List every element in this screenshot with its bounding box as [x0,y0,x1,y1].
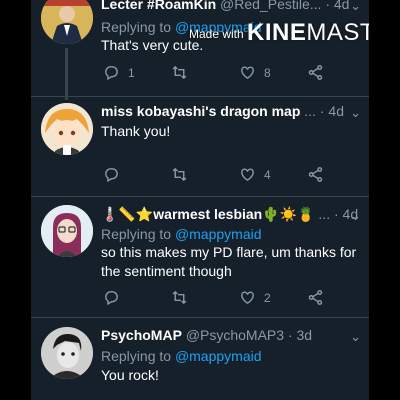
avatar[interactable] [41,0,93,44]
tweet-3[interactable]: 🌡️📏⭐warmest lesbian🌵☀️🍍 ... · 4d ⌄ Reply… [31,197,369,317]
user-handle[interactable]: @PsychoMAP3 [186,327,284,343]
share-button[interactable] [307,166,324,183]
reply-button[interactable]: 1 [103,64,135,81]
display-name[interactable]: 🌡️📏⭐warmest lesbian🌵☀️🍍 [101,206,315,222]
retweet-button[interactable] [171,64,188,81]
chevron-down-icon[interactable]: ⌄ [350,208,361,224]
heart-icon [241,168,254,182]
reply-icon [105,66,118,81]
tweet-text: so this makes my PD flare, um thanks for… [101,244,357,279]
tweet-text: You rock! [101,367,159,383]
mention-link[interactable]: @mappymaid [175,226,262,242]
like-button[interactable]: 2 [239,289,271,306]
action-bar: 4 [103,166,353,184]
avatar[interactable] [41,327,93,379]
retweet-icon [172,290,187,305]
tweet-header: miss kobayashi's dragon map ... · 4d [101,103,359,120]
timestamp[interactable]: · 3d [288,327,312,343]
reply-icon [105,168,118,183]
share-icon [308,290,323,305]
avatar[interactable] [41,205,93,257]
retweet-button[interactable] [171,166,188,183]
tweet-text: Thank you! [101,123,171,139]
timestamp[interactable]: · 4d [320,103,344,119]
like-count: 2 [264,290,271,305]
action-bar: 1 8 [103,64,353,82]
like-count: 8 [264,65,271,80]
retweet-button[interactable] [171,289,188,306]
like-button[interactable]: 8 [239,64,271,81]
chevron-down-icon[interactable]: ⌄ [350,105,361,121]
display-name[interactable]: miss kobayashi's dragon map [101,103,300,119]
reply-count: 1 [128,65,135,80]
like-button[interactable]: 4 [239,166,271,183]
replying-to: Replying to @mappymaid [101,226,262,242]
heart-icon [241,291,254,305]
retweet-icon [172,65,187,80]
tweet-header: PsychoMAP @PsychoMAP3 · 3d [101,327,359,344]
heart-icon [241,66,254,80]
tweet-header: Lecter #RoamKin @Red_Pestile... · 4d [101,0,359,13]
share-icon [308,167,323,182]
mention-link[interactable]: @mappymaid [175,348,262,364]
chevron-down-icon[interactable]: ⌄ [350,0,361,14]
thread-line [65,48,68,100]
retweet-icon [172,167,187,182]
like-count: 4 [264,167,271,182]
timestamp[interactable]: · 4d [325,0,349,12]
display-name[interactable]: PsychoMAP [101,327,182,343]
tweet-1[interactable]: Lecter #RoamKin @Red_Pestile... · 4d ⌄ R… [31,0,369,100]
tweet-2[interactable]: miss kobayashi's dragon map ... · 4d ⌄ T… [31,97,369,196]
share-button[interactable] [307,64,324,81]
display-name[interactable]: Lecter #RoamKin [101,0,216,12]
tweet-4[interactable]: PsychoMAP @PsychoMAP3 · 3d ⌄ Replying to… [31,318,369,400]
timeline: Lecter #RoamKin @Red_Pestile... · 4d ⌄ R… [31,0,369,400]
avatar[interactable] [41,103,93,155]
watermark: Made with KINEMASTER [189,19,369,46]
reply-button[interactable] [103,289,120,306]
replying-to: Replying to @mappymaid [101,348,262,364]
share-icon [308,65,323,80]
share-button[interactable] [307,289,324,306]
user-handle[interactable]: ... [304,103,316,119]
user-handle[interactable]: @Red_Pestile... [220,0,321,12]
reply-button[interactable] [103,166,120,183]
chevron-down-icon[interactable]: ⌄ [350,329,361,345]
action-bar: 2 [103,289,353,307]
user-handle[interactable]: ... [318,206,330,222]
reply-icon [105,291,118,306]
tweet-header: 🌡️📏⭐warmest lesbian🌵☀️🍍 ... · 4d [101,206,359,223]
